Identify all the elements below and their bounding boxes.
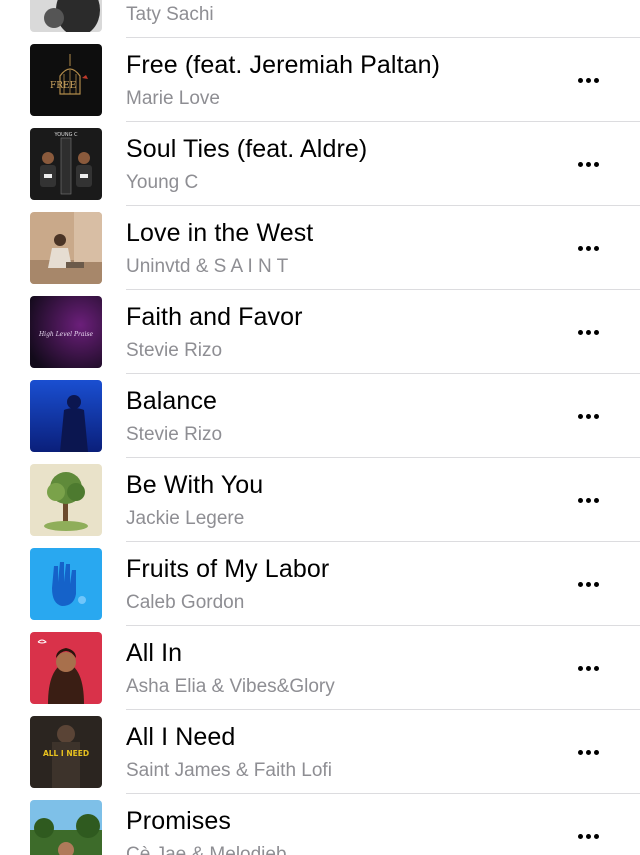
more-horizontal-icon: [577, 329, 583, 335]
song-title: Love in the West: [126, 219, 314, 247]
song-row[interactable]: Taty Sachi: [0, 0, 640, 38]
album-art-two-men: YOUNG C: [30, 128, 102, 200]
song-artist: Young C: [126, 172, 199, 193]
more-horizontal-icon: [577, 77, 583, 83]
song-title: Promises: [126, 807, 231, 835]
song-artist: Asha Elia & Vibes&Glory: [126, 676, 335, 697]
album-art-purple-script: High Level Praise: [30, 296, 102, 368]
more-horizontal-icon: [577, 581, 583, 587]
more-options-button[interactable]: [574, 486, 602, 514]
more-options-button[interactable]: [574, 150, 602, 178]
more-options-button[interactable]: [574, 66, 602, 94]
album-art-all-i-need: ALL I NEED: [30, 716, 102, 788]
song-artist: Saint James & Faith Lofi: [126, 760, 332, 781]
song-row[interactable]: All In Asha Elia & Vibes&Glory: [0, 626, 640, 710]
more-options-button[interactable]: [574, 570, 602, 598]
art-label-high-level-praise: High Level Praise: [38, 331, 94, 338]
song-artist: Cè Jae & Melodieb: [126, 844, 287, 855]
song-row[interactable]: Balance Stevie Rizo: [0, 374, 640, 458]
song-row[interactable]: High Level Praise Faith and Favor Stevie…: [0, 290, 640, 374]
song-title: Fruits of My Labor: [126, 555, 330, 583]
song-title: Soul Ties (feat. Aldre): [126, 135, 368, 163]
album-art-blue-hand: [30, 548, 102, 620]
album-art-dark-photo: [30, 0, 102, 32]
album-art-forest-scene: [30, 800, 102, 855]
more-horizontal-icon: [577, 413, 583, 419]
more-options-button[interactable]: [574, 822, 602, 850]
more-horizontal-icon: [577, 665, 583, 671]
song-row[interactable]: ALL I NEED All I Need Saint James & Fait…: [0, 710, 640, 794]
art-label-young-c: YOUNG C: [53, 132, 78, 138]
album-art-tree: [30, 464, 102, 536]
song-title: Free (feat. Jeremiah Paltan): [126, 51, 441, 79]
more-horizontal-icon: [577, 245, 583, 251]
song-artist: Uninvtd & S A I N T: [126, 256, 289, 277]
song-row[interactable]: Be With You Jackie Legere: [0, 458, 640, 542]
album-art-blue-figure: [30, 380, 102, 452]
more-horizontal-icon: [577, 161, 583, 167]
more-options-button[interactable]: [574, 654, 602, 682]
song-artist: Caleb Gordon: [126, 592, 245, 613]
album-art-birdcage: FREE: [30, 44, 102, 116]
song-row[interactable]: Fruits of My Labor Caleb Gordon: [0, 542, 640, 626]
svg-text:FREE: FREE: [50, 81, 76, 91]
more-horizontal-icon: [577, 833, 583, 839]
song-title: Faith and Favor: [126, 303, 303, 331]
more-options-button[interactable]: [574, 234, 602, 262]
song-row[interactable]: YOUNG C Soul Ties (feat. Aldre) Young C: [0, 122, 640, 206]
song-row[interactable]: Love in the West Uninvtd & S A I N T: [0, 206, 640, 290]
more-options-button[interactable]: [574, 738, 602, 766]
more-horizontal-icon: [577, 497, 583, 503]
album-art-woman-red: [30, 632, 102, 704]
song-artist: Stevie Rizo: [126, 424, 223, 445]
more-options-button[interactable]: [574, 318, 602, 346]
song-list: Taty Sachi FREE Free (feat. Jeremiah Pal…: [0, 0, 640, 855]
art-label-all-i-need: ALL I NEED: [43, 749, 89, 758]
song-artist: Taty Sachi: [126, 4, 214, 25]
song-title: All In: [126, 639, 183, 667]
more-horizontal-icon: [577, 749, 583, 755]
song-artist: Jackie Legere: [126, 508, 245, 529]
album-art-man-sitting: [30, 212, 102, 284]
song-title: Be With You: [126, 471, 264, 499]
song-artist: Stevie Rizo: [126, 340, 223, 361]
song-title: Balance: [126, 387, 218, 415]
more-options-button[interactable]: [574, 402, 602, 430]
song-row[interactable]: Promises Cè Jae & Melodieb: [0, 794, 640, 855]
song-row[interactable]: FREE Free (feat. Jeremiah Paltan) Marie …: [0, 38, 640, 122]
song-title: All I Need: [126, 723, 236, 751]
song-artist: Marie Love: [126, 88, 220, 109]
